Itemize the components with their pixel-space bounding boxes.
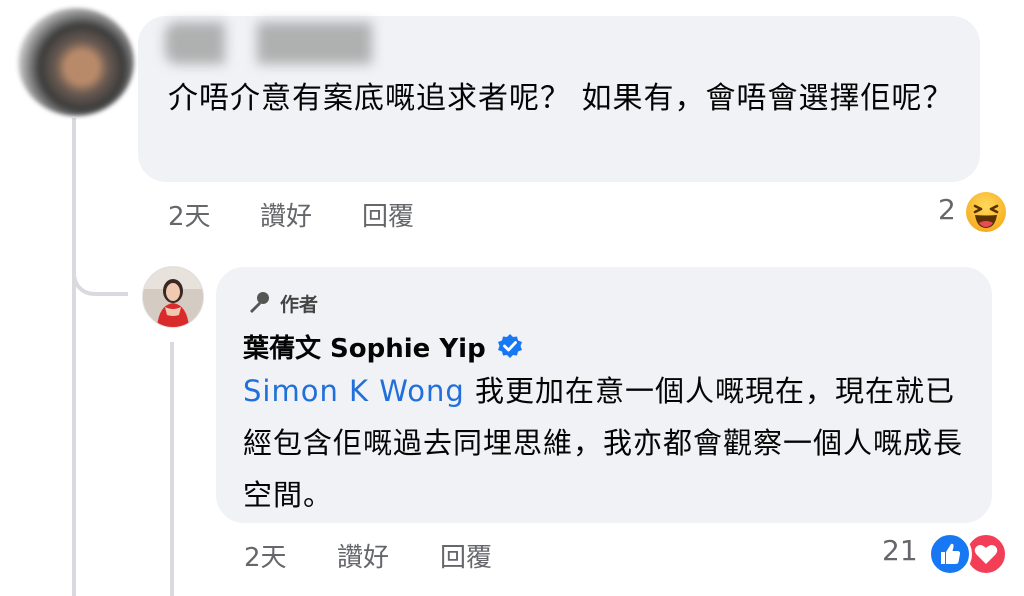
commenter-name-redacted[interactable] [165,22,395,64]
thread-line-branch [72,250,128,296]
reaction-count[interactable]: 2 [938,193,956,226]
haha-emoji-icon[interactable] [966,192,1006,232]
reply-reaction-count[interactable]: 21 [882,534,918,567]
author-name-row: 葉蒨文 Sophie Yip [243,328,524,365]
thread-line-vertical [72,118,76,596]
thread-line-reply [170,342,174,596]
reply-timestamp[interactable]: 2天 [244,537,287,574]
comment-text: 介唔介意有案底嘅追求者呢？ 如果有，會唔會選擇佢呢？ [168,81,954,116]
microphone-icon [246,290,272,316]
reply-reply-button[interactable]: 回覆 [440,537,492,574]
like-button[interactable]: 讚好 [260,196,312,233]
commenter-avatar[interactable] [18,8,134,116]
reply-like-button[interactable]: 讚好 [337,537,389,574]
reply-text-block: Simon K Wong 我更加在意一個人嘅現在，現在就已經包含佢嘅過去同埋思維… [243,365,983,521]
author-badge: 作者 [246,289,318,317]
author-badge-label: 作者 [280,293,319,316]
reply-button[interactable]: 回覆 [362,196,414,233]
like-icon[interactable] [928,532,972,576]
author-name[interactable]: 葉蒨文 Sophie Yip [243,328,486,365]
author-avatar[interactable] [142,266,204,328]
verified-badge-icon [496,333,524,361]
comment-timestamp[interactable]: 2天 [168,196,211,233]
mention-link[interactable]: Simon K Wong [243,374,465,408]
